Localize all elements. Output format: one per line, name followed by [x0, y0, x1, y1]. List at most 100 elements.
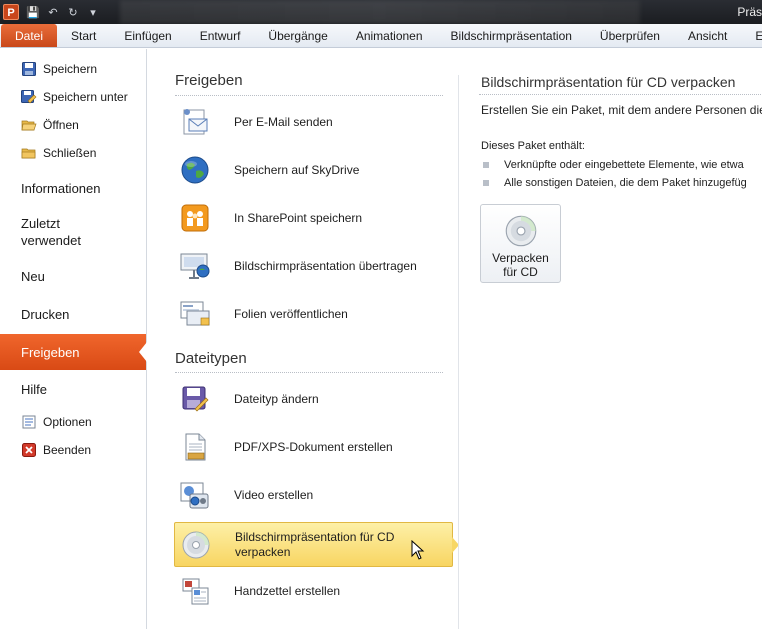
cmd-sharepoint-label: In SharePoint speichern — [234, 210, 363, 225]
tab-entwicklertools[interactable]: En — [741, 24, 762, 47]
nav-zuletzt-label: Zuletzt verwendet — [21, 215, 81, 249]
pdf-document-icon — [178, 430, 212, 464]
nav-freigeben[interactable]: Freigeben — [0, 334, 147, 370]
cmd-package-for-cd-line2: verpacken — [235, 544, 291, 559]
powerpoint-app-icon[interactable]: P — [3, 4, 19, 20]
broadcast-slideshow-icon — [178, 249, 212, 283]
nav-drucken[interactable]: Drucken — [0, 295, 146, 333]
floppy-disk-icon — [21, 61, 37, 77]
close-folder-icon — [21, 145, 37, 161]
cmd-email[interactable]: Per E-Mail senden — [174, 100, 453, 144]
nav-hilfe[interactable]: Hilfe — [0, 370, 146, 408]
options-icon — [21, 414, 37, 430]
open-folder-icon — [21, 117, 37, 133]
cmd-create-video-label: Video erstellen — [234, 487, 314, 502]
create-video-icon — [178, 478, 212, 512]
panel-title: Bildschirmpräsentation für CD verpacken — [481, 74, 736, 90]
nav-schliessen-label: Schließen — [43, 146, 97, 160]
title-bar: P 💾 ↶ ↻ ▾ Präs — [0, 0, 762, 24]
nav-speichern[interactable]: Speichern — [0, 55, 146, 83]
package-for-cd-panel: Bildschirmpräsentation für CD verpacken … — [459, 49, 762, 629]
nav-zuletzt-label-line1: Zuletzt — [21, 216, 61, 231]
section-title-dateitypen: Dateitypen — [175, 350, 247, 367]
save-icon[interactable]: 💾 — [26, 5, 40, 19]
package-contains-heading: Dieses Paket enthält: — [481, 140, 585, 152]
bullet-item: Verknüpfte oder eingebettete Elemente, w… — [483, 159, 744, 171]
bullet-square-icon — [483, 180, 489, 186]
tab-bildschirmpraesentation[interactable]: Bildschirmpräsentation — [437, 24, 586, 47]
customize-qat-icon[interactable]: ▾ — [86, 5, 100, 19]
nav-informationen-label: Informationen — [21, 180, 101, 196]
nav-oeffnen[interactable]: Öffnen — [0, 111, 146, 139]
globe-icon — [178, 153, 212, 187]
window-title: Präs — [737, 5, 762, 19]
cmd-package-for-cd-line1: Bildschirmpräsentation für CD — [235, 529, 395, 544]
nav-neu[interactable]: Neu — [0, 257, 146, 295]
sharepoint-icon — [178, 201, 212, 235]
cmd-change-file-type[interactable]: Dateityp ändern — [174, 377, 453, 421]
package-for-cd-button-line2: für CD — [503, 265, 538, 279]
cmd-email-label: Per E-Mail senden — [234, 114, 333, 129]
bullet-item: Alle sonstigen Dateien, die dem Paket hi… — [483, 177, 747, 189]
nav-optionen-label: Optionen — [43, 415, 92, 429]
cmd-publish-slides-label: Folien veröffentlichen — [234, 306, 348, 321]
tab-start[interactable]: Start — [57, 24, 110, 47]
cmd-change-file-type-label: Dateityp ändern — [234, 391, 319, 406]
quick-access-toolbar: 💾 ↶ ↻ ▾ — [26, 5, 100, 19]
cmd-pdf-xps-label: PDF/XPS-Dokument erstellen — [234, 439, 393, 454]
backstage-nav: Speichern Speichern unter Öffnen Schließ… — [0, 49, 147, 629]
cmd-broadcast-label: Bildschirmpräsentation übertragen — [234, 258, 417, 273]
panel-description: Erstellen Sie ein Paket, mit dem andere … — [481, 103, 762, 117]
email-icon — [178, 105, 212, 139]
nav-neu-label: Neu — [21, 268, 45, 284]
handouts-icon — [178, 574, 212, 608]
package-for-cd-button-label: Verpacken für CD — [492, 251, 549, 279]
package-for-cd-button[interactable]: Verpacken für CD — [480, 204, 561, 283]
nav-freigeben-wrap: Freigeben — [0, 334, 147, 370]
tab-entwurf[interactable]: Entwurf — [186, 24, 255, 47]
cmd-create-handouts-label: Handzettel erstellen — [234, 583, 341, 598]
cmd-create-video[interactable]: Video erstellen — [174, 473, 453, 517]
tab-animationen[interactable]: Animationen — [342, 24, 437, 47]
cmd-skydrive-label: Speichern auf SkyDrive — [234, 162, 360, 177]
cmd-create-handouts[interactable]: Handzettel erstellen — [174, 569, 453, 613]
bullet-square-icon — [483, 162, 489, 168]
cd-icon — [504, 214, 538, 248]
save-as-icon — [21, 89, 37, 105]
nav-schliessen[interactable]: Schließen — [0, 139, 146, 167]
cmd-pdf-xps[interactable]: PDF/XPS-Dokument erstellen — [174, 425, 453, 469]
nav-drucken-label: Drucken — [21, 306, 70, 322]
cmd-skydrive[interactable]: Speichern auf SkyDrive — [174, 148, 453, 192]
tab-ueberpruefen[interactable]: Überprüfen — [586, 24, 674, 47]
panel-title-divider — [479, 94, 762, 95]
cmd-package-for-cd-label: Bildschirmpräsentation für CD verpacken — [235, 530, 394, 560]
tab-ansicht[interactable]: Ansicht — [674, 24, 741, 47]
cmd-publish-slides[interactable]: Folien veröffentlichen — [174, 292, 453, 336]
publish-slides-icon — [178, 297, 212, 331]
package-for-cd-button-line1: Verpacken — [492, 251, 549, 265]
bullet-text: Verknüpfte oder eingebettete Elemente, w… — [504, 159, 744, 171]
ribbon-tabs: Datei Start Einfügen Entwurf Übergänge A… — [0, 24, 762, 48]
title-bar-background — [120, 0, 640, 24]
nav-speichern-unter[interactable]: Speichern unter — [0, 83, 146, 111]
cmd-sharepoint[interactable]: In SharePoint speichern — [174, 196, 453, 240]
tab-einfuegen[interactable]: Einfügen — [110, 24, 185, 47]
section-divider — [175, 372, 443, 373]
nav-zuletzt-verwendet[interactable]: Zuletzt verwendet — [0, 207, 146, 257]
undo-icon[interactable]: ↶ — [46, 5, 60, 19]
nav-optionen[interactable]: Optionen — [0, 408, 146, 436]
nav-hilfe-label: Hilfe — [21, 381, 48, 397]
nav-speichern-unter-label: Speichern unter — [43, 90, 128, 104]
nav-beenden[interactable]: Beenden — [0, 436, 146, 464]
nav-speichern-label: Speichern — [43, 62, 98, 76]
nav-informationen[interactable]: Informationen — [0, 169, 146, 207]
nav-oeffnen-label: Öffnen — [43, 118, 79, 132]
nav-freigeben-label: Freigeben — [21, 344, 80, 360]
nav-zuletzt-label-line2: verwendet — [21, 233, 81, 248]
redo-icon[interactable]: ↻ — [66, 5, 80, 19]
cmd-broadcast[interactable]: Bildschirmpräsentation übertragen — [174, 244, 453, 288]
cd-icon — [179, 528, 213, 562]
tab-datei[interactable]: Datei — [1, 24, 58, 47]
nav-beenden-label: Beenden — [43, 443, 92, 457]
tab-uebergaenge[interactable]: Übergänge — [254, 24, 341, 47]
